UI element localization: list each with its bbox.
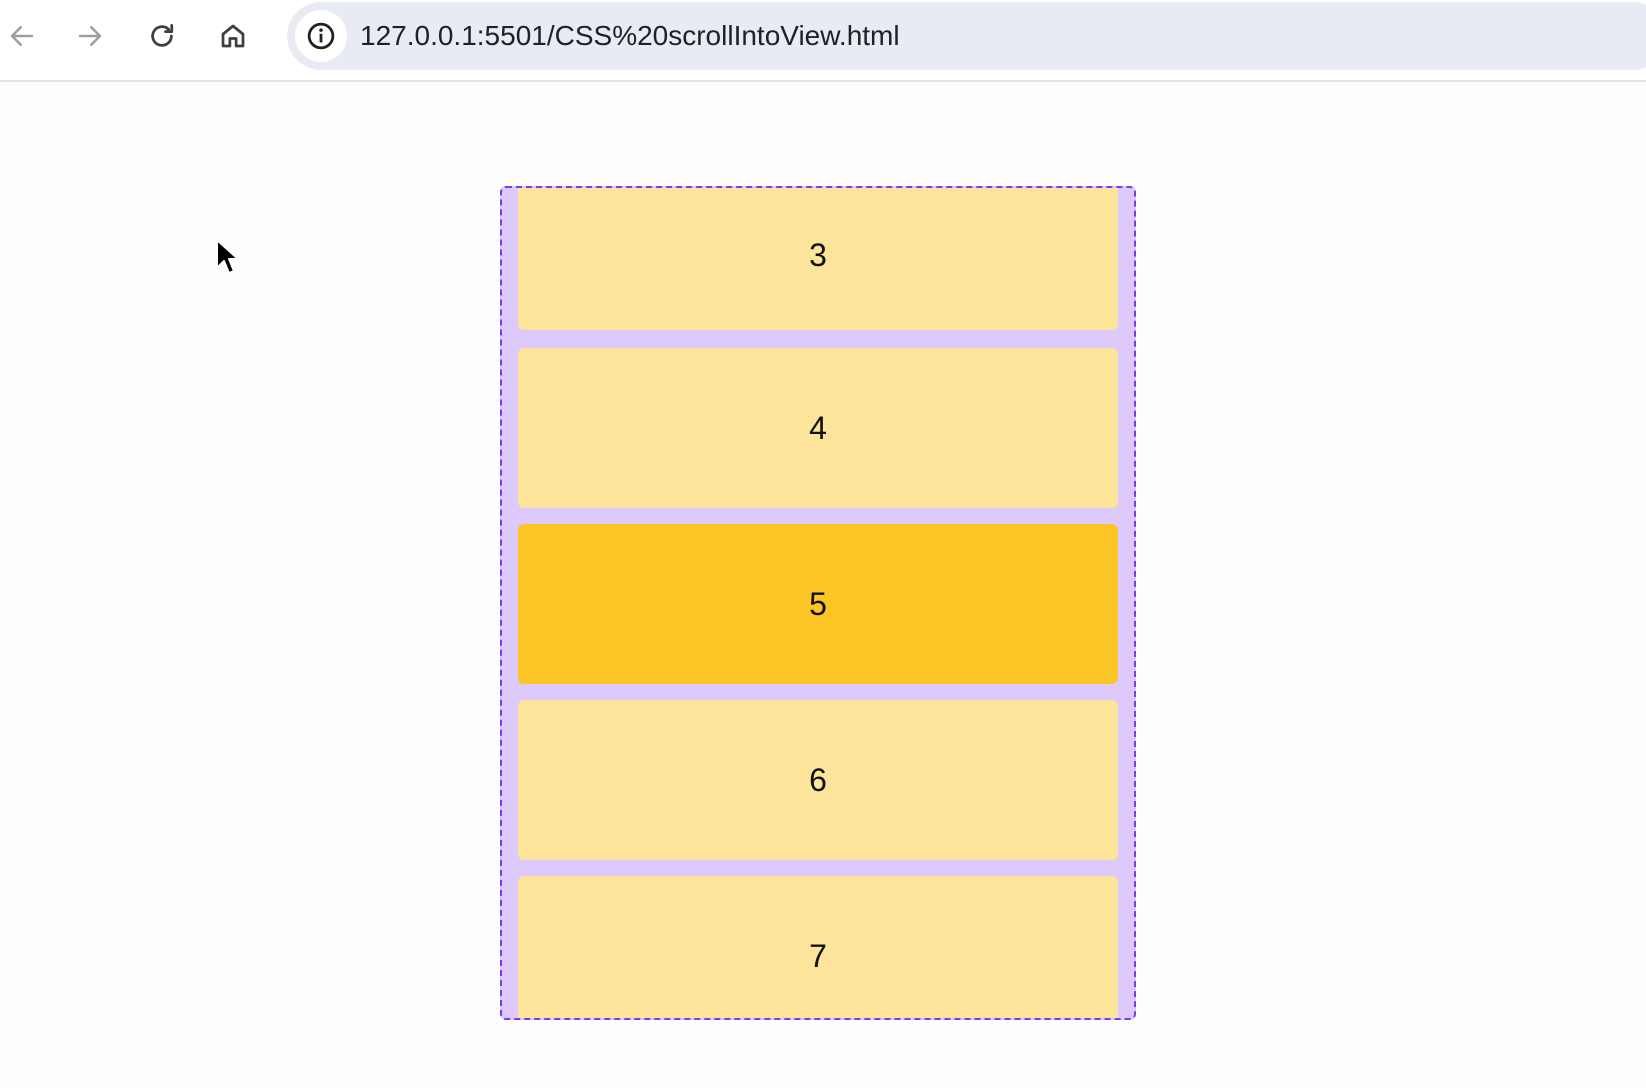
url-text[interactable]: 127.0.0.1:5501/CSS%20scrollIntoView.html: [360, 2, 900, 70]
home-icon: [221, 24, 245, 48]
arrow-right-icon: [78, 26, 102, 46]
home-button[interactable]: [211, 14, 255, 58]
item-label: 3: [809, 236, 827, 273]
mouse-pointer-icon: [216, 239, 239, 274]
item-label: 7: [809, 937, 827, 974]
item-label: 5: [809, 585, 827, 622]
forward-button[interactable]: [68, 14, 112, 58]
scroll-item-7: 7: [518, 876, 1118, 1018]
scroll-container[interactable]: 3 4 5 6 7: [500, 186, 1136, 1020]
browser-toolbar: 127.0.0.1:5501/CSS%20scrollIntoView.html: [0, 0, 1646, 82]
site-info-button[interactable]: [295, 10, 347, 62]
reload-icon: [151, 24, 174, 47]
scroll-item-3: 3: [518, 188, 1118, 330]
item-label: 6: [809, 761, 827, 798]
scroll-item-6: 6: [518, 700, 1118, 860]
back-button[interactable]: [0, 14, 44, 58]
reload-button[interactable]: [140, 14, 184, 58]
address-bar[interactable]: 127.0.0.1:5501/CSS%20scrollIntoView.html: [287, 2, 1646, 70]
info-circle-icon: [307, 22, 335, 50]
scroll-item-4: 4: [518, 348, 1118, 508]
item-label: 4: [809, 409, 827, 446]
scroll-item-5-active: 5: [518, 524, 1118, 684]
arrow-left-icon: [10, 26, 34, 46]
